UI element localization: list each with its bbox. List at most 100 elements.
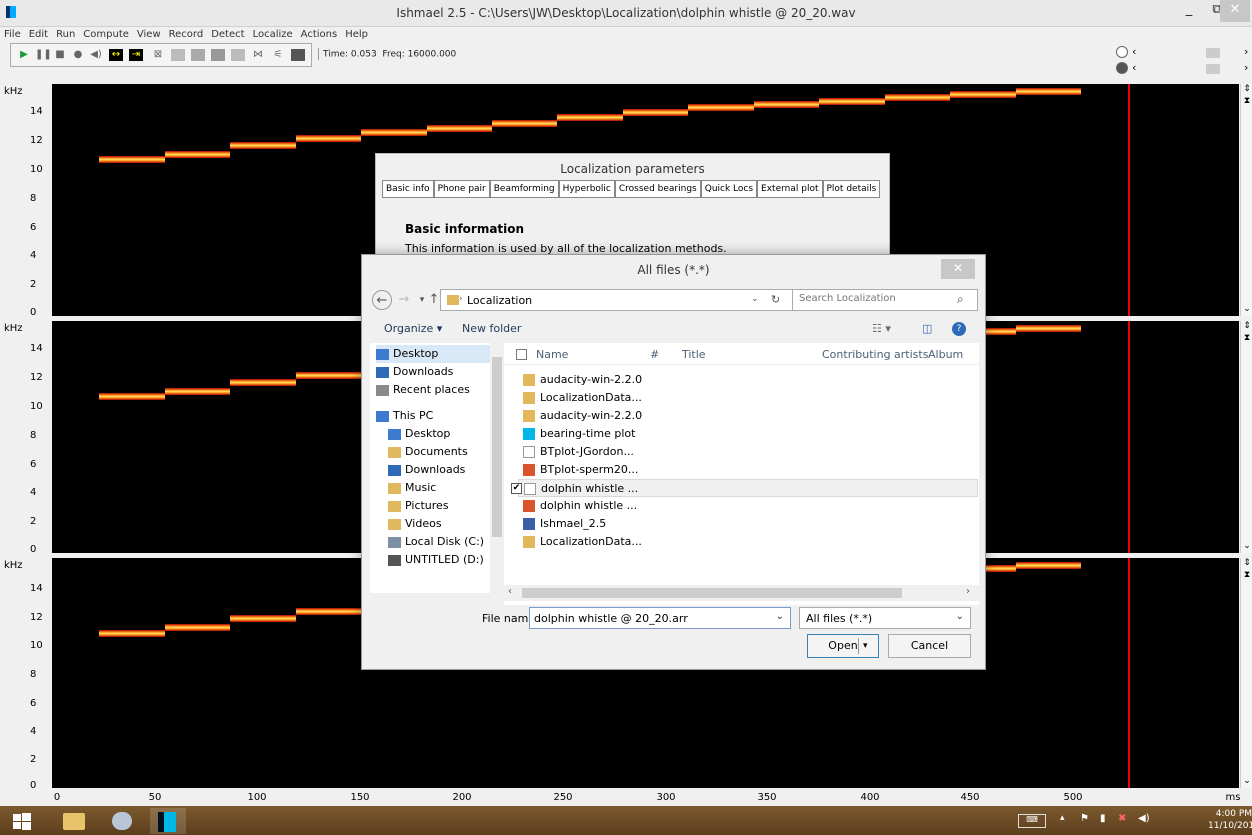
time-cursor-line[interactable] xyxy=(1128,84,1131,316)
menu-detect[interactable]: Detect xyxy=(207,27,248,42)
nav-item[interactable]: Desktop xyxy=(388,425,503,443)
scroll-left-icon-2[interactable]: ‹ xyxy=(1132,61,1136,74)
record-icon[interactable]: ● xyxy=(71,49,85,61)
volume-icon[interactable]: ◀) xyxy=(1138,813,1150,824)
dialog-close-button[interactable]: ✕ xyxy=(941,259,975,279)
filename-combo[interactable]: ⌄ xyxy=(529,607,791,629)
file-hscrollbar[interactable]: ‹ › xyxy=(504,585,979,601)
scroll-right-icon[interactable]: › xyxy=(966,586,970,597)
file-explorer-icon[interactable] xyxy=(56,808,92,834)
filetype-select[interactable]: All files (*.*) ⌄ xyxy=(799,607,971,629)
tab-crossed-bearings[interactable]: Crossed bearings xyxy=(614,180,701,198)
option-radio-2[interactable] xyxy=(1116,62,1128,74)
stop-icon[interactable]: ■ xyxy=(53,49,67,61)
file-row[interactable]: dolphin whistle ... xyxy=(518,497,978,515)
menu-edit[interactable]: Edit xyxy=(25,27,52,42)
flag-icon[interactable]: ⚑ xyxy=(1080,813,1089,824)
new-folder-button[interactable]: New folder xyxy=(462,322,521,335)
column-title[interactable]: Title xyxy=(682,348,706,361)
time-cursor-line[interactable] xyxy=(1128,558,1131,788)
clock[interactable]: 4:00 PM 11/10/2017 xyxy=(1208,808,1252,832)
nav-item[interactable]: Documents xyxy=(388,443,503,461)
slider-thumb-2[interactable] xyxy=(1206,64,1220,74)
fit-icon[interactable] xyxy=(171,49,185,61)
file-row[interactable]: LocalizationData... xyxy=(518,533,978,551)
menu-actions[interactable]: Actions xyxy=(297,27,342,42)
chevron-down-icon[interactable]: ⌄ xyxy=(956,611,964,622)
marker-icon[interactable]: ⋈ xyxy=(251,49,265,61)
file-row[interactable]: ✔ dolphin whistle ... xyxy=(511,479,978,497)
tab-external-plot[interactable]: External plot xyxy=(757,180,823,198)
scroll-left-icon[interactable]: ‹ xyxy=(1132,45,1136,58)
file-row[interactable]: BTplot-sperm20... xyxy=(518,461,978,479)
minimize-button[interactable]: _ xyxy=(1175,0,1203,22)
zoom-in-time-icon[interactable]: ⇥ xyxy=(129,49,143,61)
option-radio-1[interactable] xyxy=(1116,46,1128,58)
chevron-down-icon[interactable]: ⌄ xyxy=(776,611,784,622)
plot-scrollbar-2[interactable]: ⇕ ⧗ ⌄ xyxy=(1240,321,1252,553)
file-row[interactable]: Ishmael_2.5 xyxy=(518,515,978,533)
path-box[interactable]: › Localization ⌄ ↻ xyxy=(440,289,796,311)
nav-item[interactable]: Downloads xyxy=(388,461,503,479)
menu-record[interactable]: Record xyxy=(165,27,208,42)
nav-item[interactable]: Desktop xyxy=(376,345,503,363)
back-icon[interactable]: ← xyxy=(372,290,392,310)
scroll-right-icon-2[interactable]: › xyxy=(1244,61,1248,74)
column-contributing-artists[interactable]: Contributing artists xyxy=(822,348,928,361)
file-row[interactable]: BTplot-JGordon... xyxy=(518,443,978,461)
nav-item[interactable]: Local Disk (C:) xyxy=(388,533,503,551)
keyboard-icon[interactable]: ⌨ xyxy=(1018,814,1046,828)
filename-input[interactable] xyxy=(534,612,764,625)
menu-view[interactable]: View xyxy=(133,27,165,42)
menu-help[interactable]: Help xyxy=(341,27,372,42)
column-number[interactable]: # xyxy=(650,348,659,361)
nav-item[interactable]: Recent places xyxy=(376,381,503,399)
plot-scrollbar-1[interactable]: ⇕ ⧗ ⌄ xyxy=(1240,84,1252,316)
layout-icon[interactable] xyxy=(231,49,245,61)
open-button[interactable]: Open ▾ xyxy=(807,634,879,658)
network-icon[interactable]: ✖ xyxy=(1118,813,1126,824)
column-album[interactable]: Album xyxy=(928,348,963,361)
time-cursor-line[interactable] xyxy=(1128,321,1131,553)
pause-icon[interactable]: ❚❚ xyxy=(35,49,52,61)
organize-button[interactable]: Organize ▾ xyxy=(384,322,442,335)
close-button[interactable]: ✕ xyxy=(1220,0,1250,22)
menu-run[interactable]: Run xyxy=(52,27,79,42)
forward-icon[interactable]: → xyxy=(394,290,414,310)
preview-pane-icon[interactable]: ◫ xyxy=(922,322,932,335)
row-checkbox[interactable]: ✔ xyxy=(511,483,522,494)
tab-quick-locs[interactable]: Quick Locs xyxy=(700,180,758,198)
cancel-button[interactable]: Cancel xyxy=(888,634,971,658)
chevron-down-icon[interactable]: ⌄ xyxy=(751,294,759,304)
open-dropdown-icon[interactable]: ▾ xyxy=(858,638,868,654)
battery-icon[interactable]: ▮ xyxy=(1100,813,1106,824)
nav-item[interactable]: Pictures xyxy=(388,497,503,515)
nav-item[interactable]: Downloads xyxy=(376,363,503,381)
plot-scrollbar-3[interactable]: ⇕ ⧗ ⌄ xyxy=(1240,558,1252,788)
panel-icon[interactable] xyxy=(211,49,225,61)
slider-thumb-1[interactable] xyxy=(1206,48,1220,58)
menu-compute[interactable]: Compute xyxy=(79,27,133,42)
search-box[interactable]: ⌕ xyxy=(792,289,978,311)
file-row[interactable]: audacity-win-2.2.0 xyxy=(518,407,978,425)
nav-scrollbar[interactable] xyxy=(490,343,504,593)
refresh-icon[interactable]: ↻ xyxy=(771,293,780,306)
zoom-box-icon[interactable]: ⊠ xyxy=(151,49,165,61)
help-icon[interactable]: ? xyxy=(952,322,966,336)
file-row[interactable]: audacity-win-2.2.0 xyxy=(518,371,978,389)
play-icon[interactable]: ▶ xyxy=(17,49,31,61)
view-options-icon[interactable]: ☷ ▾ xyxy=(872,322,891,335)
settings-icon[interactable]: ⚟ xyxy=(271,49,285,61)
h-scroll-thumb[interactable] xyxy=(522,588,902,598)
nav-item[interactable]: Videos xyxy=(388,515,503,533)
zoom-out-time-icon[interactable]: ↔ xyxy=(109,49,123,61)
tab-beamforming[interactable]: Beamforming xyxy=(489,180,559,198)
show-hidden-icons[interactable]: ▴ xyxy=(1060,813,1065,823)
file-row[interactable]: LocalizationData... xyxy=(518,389,978,407)
menu-localize[interactable]: Localize xyxy=(249,27,297,42)
tab-basic-info[interactable]: Basic info xyxy=(382,180,434,198)
column-name[interactable]: Name xyxy=(536,348,568,361)
search-icon[interactable]: ⌕ xyxy=(957,292,964,307)
grid-icon[interactable] xyxy=(191,49,205,61)
menu-file[interactable]: File xyxy=(0,27,25,42)
